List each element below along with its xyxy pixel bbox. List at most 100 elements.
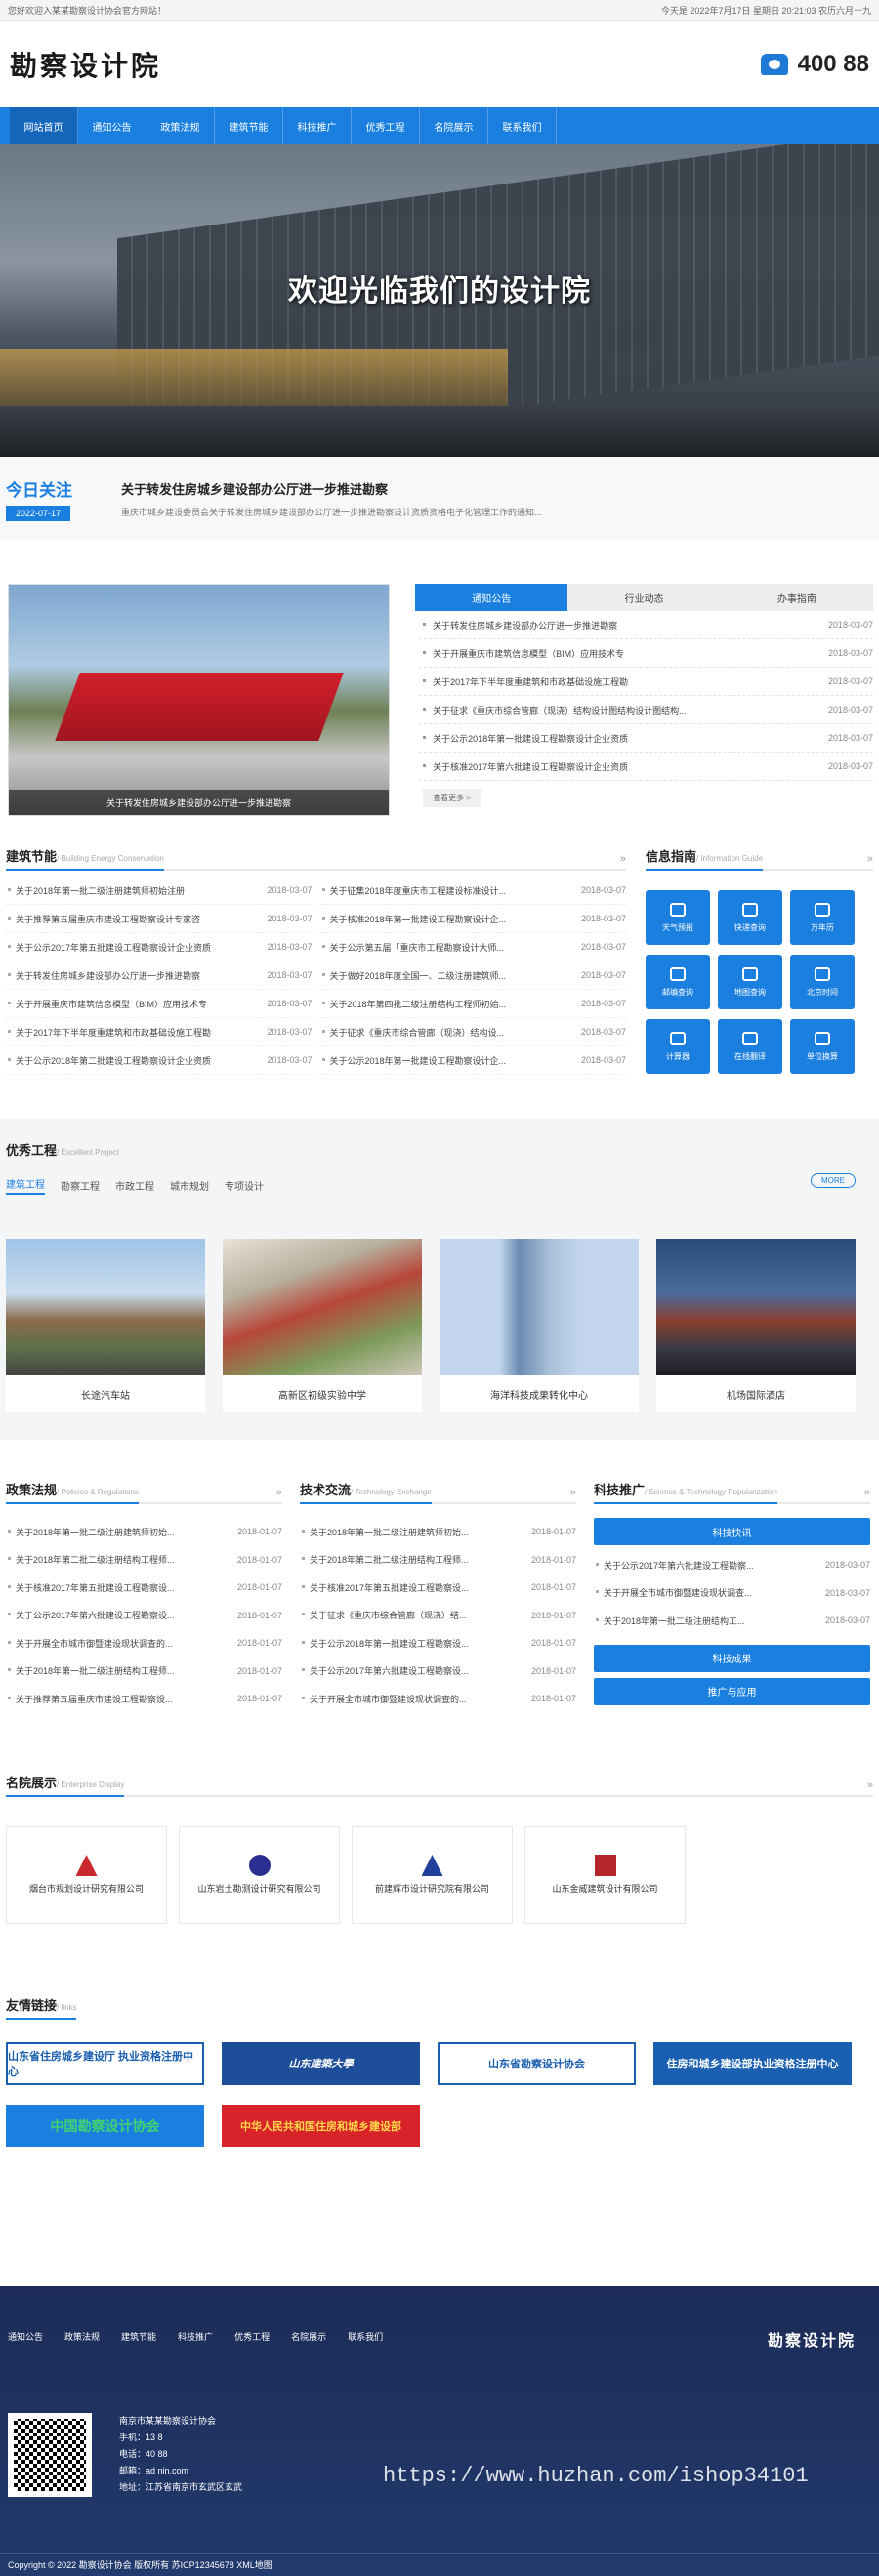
list-item[interactable]: 关于2018年第四批二级注册结构工程师初始... 2018-03-07 [319,990,626,1018]
tech-news-button[interactable]: 科技快讯 [594,1518,870,1545]
tab-special[interactable]: 专项设计 [225,1178,264,1193]
footer-nav-item[interactable]: 建筑节能 [121,2330,156,2343]
footer-nav-item[interactable]: 名院展示 [291,2330,326,2343]
item-title[interactable]: 关于2018年第一批二级注册结构工程师... [6,1664,175,1677]
guide-tile-time[interactable]: 北京时间 [790,955,855,1009]
more-arrow-icon[interactable]: » [276,1487,282,1498]
item-title[interactable]: 关于2018年第二批二级注册结构工程师... [6,1553,175,1566]
list-item[interactable]: 关于核准2017年第五批建设工程勘察设... 2018-01-07 [300,1574,576,1602]
item-title[interactable]: 关于做好2018年度全国一、二级注册建筑师... [320,969,506,982]
list-item[interactable]: 关于转发住房城乡建设部办公厅进一步推进勘察 2018-03-07 [6,961,313,990]
item-title[interactable]: 关于2018年第二批二级注册结构工程师... [300,1553,469,1566]
guide-tile-calculator[interactable]: 计算器 [646,1019,710,1074]
list-item[interactable]: 关于2018年第一批二级注册结构工... 2018-03-07 [594,1607,870,1635]
guide-tile-postcode[interactable]: 邮编查询 [646,955,710,1009]
nav-item[interactable]: 政策法规 [146,107,215,144]
list-item[interactable]: 关于开展全市城市御暨建设现状调查的... 2018-01-07 [300,1685,576,1713]
item-title[interactable]: 关于公示第五届「重庆市工程勘察设计大师... [320,941,504,954]
hero-banner[interactable]: 欢迎光临我们的设计院 [0,144,879,457]
item-title[interactable]: 关于开展全市城市御暨建设现状调查的... [300,1693,467,1705]
item-title[interactable]: 关于征求《重庆市综合管廊（现浇）结构设计图结构设计图结构... [419,704,687,716]
tab-guide[interactable]: 办事指南 [721,584,873,611]
item-title[interactable]: 关于2018年第一批二级注册建筑师初始... [6,1526,175,1538]
item-title[interactable]: 关于公示2017年第五批建设工程勘察设计企业资质 [6,941,211,954]
list-item[interactable]: 关于2018年第二批二级注册结构工程师... 2018-01-07 [6,1546,282,1574]
item-title[interactable]: 关于推荐第五届重庆市建设工程勘察设... [6,1693,173,1705]
nav-item[interactable]: 联系我们 [488,107,557,144]
list-item[interactable]: 关于做好2018年度全国一、二级注册建筑师... 2018-03-07 [319,961,626,990]
nav-item[interactable]: 优秀工程 [352,107,420,144]
list-item[interactable]: 关于2018年第一批二级注册结构工程师... 2018-01-07 [6,1657,282,1686]
more-arrow-icon[interactable]: » [867,1779,873,1791]
enterprise-logo[interactable]: 山东金威建筑设计有限公司 [524,1825,686,1924]
nav-item[interactable]: 网站首页 [10,107,78,144]
list-item[interactable]: 关于公示2018年第一批建设工程勘察设计企业资质 2018-03-07 [419,724,873,753]
footer-nav-item[interactable]: 优秀工程 [234,2330,270,2343]
item-title[interactable]: 关于征求《重庆市综合管廊（现浇）结构设... [320,1026,504,1039]
item-title[interactable]: 关于2018年第四批二级注册结构工程师初始... [320,998,506,1010]
item-title[interactable]: 关于转发住房城乡建设部办公厅进一步推进勘察 [419,619,617,632]
list-item[interactable]: 关于公示第五届「重庆市工程勘察设计大师... 2018-03-07 [319,933,626,961]
item-title[interactable]: 关于核准2017年第六批建设工程勘察设计企业资质 [419,760,628,773]
list-item[interactable]: 关于核准2017年第五批建设工程勘察设... 2018-01-07 [6,1574,282,1602]
list-item[interactable]: 关于征求《重庆市综合管廊（现浇）结构设... 2018-03-07 [319,1018,626,1046]
item-title[interactable]: 关于公示2017年第六批建设工程勘察... [594,1559,754,1572]
enterprise-logo[interactable]: 前建辉市设计研究院有限公司 [352,1825,513,1924]
today-headline[interactable]: 关于转发住房城乡建设部办公厅进一步推进勘察 [121,479,542,498]
footer-nav-item[interactable]: 科技推广 [178,2330,213,2343]
project-card[interactable]: 机场国际酒店 [656,1239,856,1412]
list-item[interactable]: 关于征集2018年度重庆市工程建设标准设计... 2018-03-07 [319,877,626,905]
list-item[interactable]: 关于2018年第一批二级注册建筑师初始... 2018-01-07 [6,1518,282,1546]
list-item[interactable]: 关于2018年第一批二级注册建筑师初始... 2018-01-07 [300,1518,576,1546]
list-item[interactable]: 关于公示2017年第六批建设工程勘察设... 2018-01-07 [6,1602,282,1630]
item-title[interactable]: 关于公示2018年第一批建设工程勘察设... [300,1637,469,1650]
item-title[interactable]: 关于公示2017年第六批建设工程勘察设... [6,1609,175,1621]
list-item[interactable]: 关于开展全市城市御暨建设现状调查的... 2018-01-07 [6,1629,282,1657]
guide-tile-convert[interactable]: 单位换算 [790,1019,855,1074]
enterprise-logo[interactable]: 烟台市规划设计研究有限公司 [6,1825,167,1924]
list-item[interactable]: 关于公示2018年第一批建设工程勘察设计企... 2018-03-07 [319,1046,626,1075]
item-title[interactable]: 关于核准2017年第五批建设工程勘察设... [300,1581,469,1594]
list-item[interactable]: 关于2017年下半年度重建筑和市政基础设施工程勘 2018-03-07 [419,668,873,696]
footer-nav-item[interactable]: 通知公告 [8,2330,43,2343]
enterprise-logo[interactable]: 山东岩土勘测设计研究有限公司 [179,1825,340,1924]
project-card[interactable]: 高新区初级实验中学 [223,1239,422,1412]
footer-nav-item[interactable]: 政策法规 [64,2330,100,2343]
item-title[interactable]: 关于核准2017年第五批建设工程勘察设... [6,1581,175,1594]
footer-nav-item[interactable]: 联系我们 [348,2330,383,2343]
more-button[interactable]: MORE [811,1173,856,1188]
friend-link[interactable]: 山东建築大學 [222,2041,420,2085]
list-item[interactable]: 关于推荐第五届重庆市建设工程勘察设... 2018-01-07 [6,1685,282,1713]
friend-link[interactable]: 山东省住房城乡建设厅 执业资格注册中心 [6,2041,204,2085]
item-title[interactable]: 关于征求《重庆市综合管廊（现浇）结... [300,1609,467,1621]
guide-tile-weather[interactable]: 天气预报 [646,890,710,945]
tab-survey[interactable]: 勘察工程 [61,1178,100,1193]
guide-tile-translate[interactable]: 在线翻译 [718,1019,782,1074]
more-arrow-icon[interactable]: » [867,853,873,865]
guide-tile-map[interactable]: 地图查询 [718,955,782,1009]
tab-architecture[interactable]: 建筑工程 [6,1176,45,1195]
friend-link[interactable]: 中国勘察设计协会 [6,2104,204,2147]
list-item[interactable]: 关于征求《重庆市综合管廊（现浇）结... 2018-01-07 [300,1602,576,1630]
item-title[interactable]: 关于征集2018年度重庆市工程建设标准设计... [320,884,506,897]
tech-results-button[interactable]: 科技成果 [594,1644,870,1672]
nav-item[interactable]: 科技推广 [283,107,352,144]
tab-municipal[interactable]: 市政工程 [115,1178,154,1193]
list-item[interactable]: 关于推荐第五届重庆市建设工程勘察设计专家咨 2018-03-07 [6,905,313,933]
list-item[interactable]: 关于开展全市城市御暨建设现状调查... 2018-03-07 [594,1579,870,1608]
item-title[interactable]: 关于开展重庆市建筑信息模型（BIM）应用技术专 [6,998,207,1010]
list-item[interactable]: 关于公示2017年第五批建设工程勘察设计企业资质 2018-03-07 [6,933,313,961]
project-card[interactable]: 长途汽车站 [6,1239,205,1412]
nav-item[interactable]: 名院展示 [420,107,488,144]
nav-item[interactable]: 建筑节能 [215,107,283,144]
more-arrow-icon[interactable]: » [620,853,626,865]
nav-item[interactable]: 通知公告 [78,107,146,144]
list-item[interactable]: 关于征求《重庆市综合管廊（现浇）结构设计图结构设计图结构... 2018-03-0… [419,696,873,724]
item-title[interactable]: 关于2018年第一批二级注册建筑师初始... [300,1526,469,1538]
item-title[interactable]: 关于2018年第一批二级注册建筑师初始注册 [6,884,185,897]
item-title[interactable]: 关于公示2018年第二批建设工程勘察设计企业资质 [6,1054,211,1067]
list-item[interactable]: 关于转发住房城乡建设部办公厅进一步推进勘察 2018-03-07 [419,611,873,639]
list-item[interactable]: 关于2018年第二批二级注册结构工程师... 2018-01-07 [300,1546,576,1574]
list-item[interactable]: 关于开展重庆市建筑信息模型（BIM）应用技术专 2018-03-07 [6,990,313,1018]
list-item[interactable]: 关于公示2018年第一批建设工程勘察设... 2018-01-07 [300,1629,576,1657]
